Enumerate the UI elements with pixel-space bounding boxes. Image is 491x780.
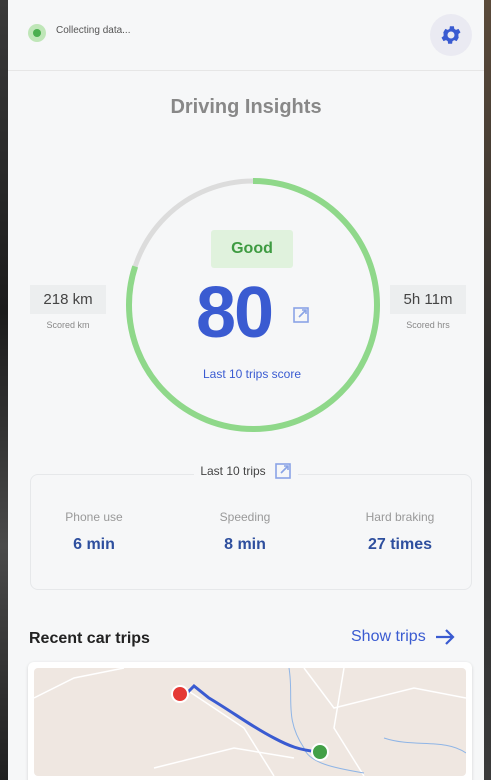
scored-time-value: 5h 11m: [390, 285, 466, 314]
metric-value: 8 min: [224, 536, 266, 553]
scored-time-label: Scored hrs: [406, 320, 450, 330]
trip-map-graphic: [34, 668, 466, 776]
arrow-right-icon: [435, 629, 455, 645]
metric-name: Hard braking: [365, 510, 435, 524]
metric-phone-use: Phone use 6 min: [24, 510, 164, 554]
trips-summary-header: Last 10 trips: [8, 462, 484, 480]
app-screen: Collecting data... Driving Insights 218 …: [8, 0, 484, 780]
scored-distance-label: Scored km: [46, 320, 90, 330]
score-rating-badge: Good: [211, 230, 293, 268]
score-details-button[interactable]: [292, 306, 310, 329]
settings-button[interactable]: [430, 14, 472, 56]
metric-name: Phone use: [65, 510, 123, 524]
metric-hard-braking: Hard braking 27 times: [330, 510, 470, 554]
trip-start-marker: [171, 685, 189, 703]
show-trips-label: Show trips: [351, 628, 426, 645]
page-title: Driving Insights: [170, 96, 322, 118]
trip-card[interactable]: [28, 662, 472, 780]
trips-summary-title-group: Last 10 trips: [194, 462, 298, 480]
external-link-icon[interactable]: [274, 462, 292, 480]
gear-icon: [441, 26, 461, 44]
scored-distance-value: 218 km: [30, 285, 106, 314]
score-caption: Last 10 trips score: [202, 367, 302, 381]
metric-name: Speeding: [219, 510, 271, 524]
metric-speeding: Speeding 8 min: [175, 510, 315, 554]
scored-time: 5h 11m Scored hrs: [390, 285, 466, 330]
recent-trips-title: Recent car trips: [29, 630, 150, 647]
metric-value: 6 min: [73, 536, 115, 553]
collecting-status-text: Collecting data...: [56, 25, 131, 36]
collecting-indicator-icon: [28, 24, 46, 42]
scored-distance: 218 km Scored km: [30, 285, 106, 330]
show-trips-link[interactable]: Show trips: [351, 628, 456, 646]
metric-value: 27 times: [367, 536, 433, 553]
score-value: 80: [196, 273, 274, 353]
trips-summary-title: Last 10 trips: [200, 464, 266, 478]
external-link-icon: [293, 307, 309, 323]
top-bar: Collecting data...: [8, 0, 484, 71]
trip-end-marker: [311, 743, 329, 761]
trip-map: [34, 668, 466, 776]
